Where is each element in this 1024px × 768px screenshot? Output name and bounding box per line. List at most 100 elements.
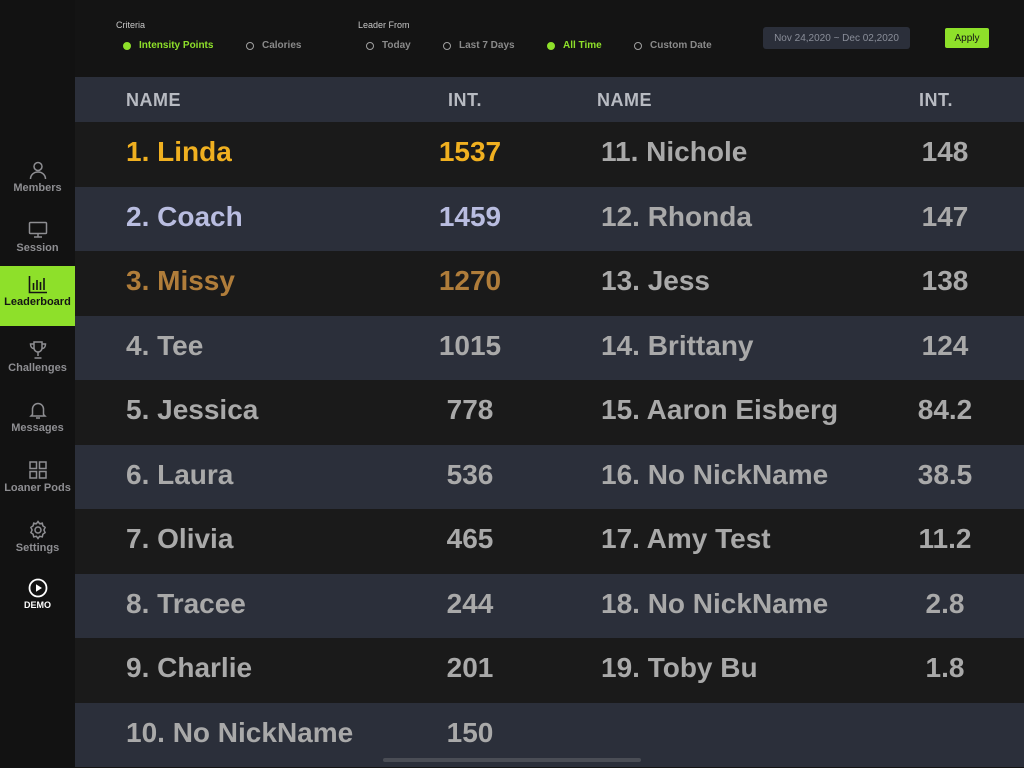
leaderboard-table[interactable]: NAME INT. NAME INT. 1. Linda 1537 11. Ni… <box>75 77 1024 768</box>
table-row: 8. Tracee 244 18. No NickName 2.8 <box>75 573 1024 638</box>
radio-custom-date[interactable]: Custom Date <box>634 40 712 51</box>
radio-intensity-points[interactable]: Intensity Points <box>123 40 213 51</box>
player-score: 2.8 <box>925 587 965 619</box>
sidebar-item-label: Challenges <box>8 362 67 374</box>
player-name: 10. No NickName <box>126 716 354 748</box>
player-score: 465 <box>446 523 494 554</box>
player-score: 148 <box>921 136 969 167</box>
player-score: 1459 <box>438 200 502 232</box>
radio-selected-icon <box>123 41 131 50</box>
criteria-label: Criteria <box>116 20 146 30</box>
player-name: 12. Rhonda <box>601 200 752 232</box>
radio-unselected-icon <box>366 41 374 50</box>
sidebar-item-label: Loaner Pods <box>4 482 71 494</box>
radio-label: Custom Date <box>650 40 712 51</box>
radio-last-7-days[interactable]: Last 7 Days <box>443 40 515 51</box>
player-score: 244 <box>446 587 494 619</box>
player-name: 5. Jessica <box>126 394 259 425</box>
sidebar-item-challenges[interactable]: Challenges <box>0 332 75 392</box>
radio-label: Today <box>382 40 411 51</box>
player-name: 8. Tracee <box>126 587 246 619</box>
radio-calories[interactable]: Calories <box>246 40 301 51</box>
player-name: 9. Charlie <box>126 652 253 683</box>
player-name: 16. No NickName <box>601 458 829 490</box>
player-score: 11.2 <box>918 523 972 554</box>
radio-label: Intensity Points <box>139 40 214 51</box>
player-name: 6. Laura <box>126 458 234 490</box>
radio-unselected-icon <box>634 41 642 50</box>
radio-label: All Time <box>563 40 602 51</box>
player-name: 15. Aaron Eisberg <box>601 394 839 425</box>
table-row: 1. Linda 1537 11. Nichole 148 <box>75 122 1024 187</box>
player-score: 124 <box>921 329 969 361</box>
table-header: NAME INT. NAME INT. <box>75 77 1024 122</box>
column-header-name: NAME <box>126 90 181 110</box>
player-score: 150 <box>446 716 494 748</box>
player-name: 13. Jess <box>601 265 710 296</box>
column-header-int: INT. <box>919 90 954 110</box>
player-score: 138 <box>921 265 969 296</box>
player-score: 147 <box>921 200 969 232</box>
sidebar-item-messages[interactable]: Messages <box>0 392 75 452</box>
player-name: 18. No NickName <box>601 587 829 619</box>
sidebar-item-label: Messages <box>11 422 64 434</box>
radio-all-time[interactable]: All Time <box>547 40 602 51</box>
leader-from-label: Leader From <box>358 20 410 30</box>
player-score: 1270 <box>438 265 502 296</box>
radio-today[interactable]: Today <box>366 40 411 51</box>
table-row: 6. Laura 536 16. No NickName 38.5 <box>75 444 1024 509</box>
player-name: 2. Coach <box>126 200 243 232</box>
sidebar-item-label: Leaderboard <box>4 296 71 308</box>
apply-button[interactable]: Apply <box>945 28 989 48</box>
bell-icon <box>28 402 47 419</box>
sidebar-item-label: Session <box>16 242 59 254</box>
sidebar-item-leaderboard[interactable]: Leaderboard <box>0 266 75 326</box>
sidebar-item-session[interactable]: Session <box>0 212 75 272</box>
player-score: 1537 <box>438 136 502 167</box>
table-row: 7. Olivia 465 17. Amy Test 11.2 <box>75 509 1024 574</box>
table-row: 2. Coach 1459 12. Rhonda 147 <box>75 186 1024 251</box>
bar-chart-icon <box>28 276 47 294</box>
horizontal-scrollbar[interactable] <box>383 758 641 762</box>
radio-label: Last 7 Days <box>459 40 515 51</box>
player-name: 11. Nichole <box>601 136 748 167</box>
demo-label: DEMO <box>24 600 51 610</box>
player-score: 1015 <box>438 329 502 361</box>
player-score: 84.2 <box>917 394 973 425</box>
person-icon <box>29 161 46 180</box>
table-row: 3. Missy 1270 13. Jess 138 <box>75 251 1024 316</box>
date-range-field[interactable]: Nov 24,2020 ~ Dec 02,2020 <box>763 27 910 49</box>
column-header-name: NAME <box>597 90 652 110</box>
player-score: 38.5 <box>917 458 973 490</box>
table-row: 4. Tee 1015 14. Brittany 124 <box>75 315 1024 380</box>
player-name: 17. Amy Test <box>601 523 771 554</box>
player-score: 778 <box>446 394 494 425</box>
play-circle-icon <box>28 578 47 598</box>
column-header-int: INT. <box>448 90 483 110</box>
sidebar-item-settings[interactable]: Settings <box>0 512 75 572</box>
table-row: 9. Charlie 201 19. Toby Bu 1.8 <box>75 638 1024 703</box>
player-name: 3. Missy <box>126 265 235 296</box>
radio-label: Calories <box>262 40 302 51</box>
demo-button[interactable]: DEMO <box>0 570 75 630</box>
gear-icon <box>29 520 46 540</box>
player-score: 201 <box>446 652 494 683</box>
player-score: 536 <box>446 458 494 490</box>
player-name: 19. Toby Bu <box>601 652 758 683</box>
filter-bar: Criteria Intensity Points Calories Leade… <box>75 0 1024 77</box>
player-name: 1. Linda <box>126 136 232 167</box>
sidebar: Members Session Leaderboard Challenges M… <box>0 0 75 768</box>
player-name: 7. Olivia <box>126 523 234 554</box>
sidebar-item-members[interactable]: Members <box>0 152 75 212</box>
player-name: 4. Tee <box>126 329 204 361</box>
sidebar-item-loaner-pods[interactable]: Loaner Pods <box>0 452 75 512</box>
sidebar-item-label: Members <box>13 182 62 194</box>
sidebar-item-label: Settings <box>15 542 60 554</box>
radio-unselected-icon <box>246 41 254 50</box>
trophy-icon <box>29 341 46 359</box>
radio-unselected-icon <box>443 41 451 50</box>
table-row: 5. Jessica 778 15. Aaron Eisberg 84.2 <box>75 380 1024 445</box>
monitor-icon <box>28 221 47 238</box>
radio-selected-icon <box>547 41 555 50</box>
grid-icon <box>28 461 47 479</box>
